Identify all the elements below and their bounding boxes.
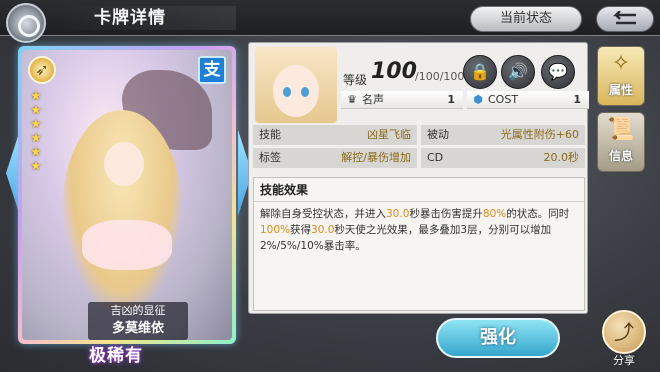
tag-value: 解控/暴伤增加	[341, 151, 411, 164]
card-art: ➶ 支 ★ ★ ★ ★ ★ ★ 吉凶的显征 多莫维依	[22, 50, 232, 340]
card-frame[interactable]: ➶ 支 ★ ★ ★ ★ ★ ★ 吉凶的显征 多莫维依	[18, 46, 236, 344]
share-button[interactable]: ⤴	[602, 310, 646, 354]
fame-label: 名声	[362, 93, 384, 106]
skill-effect-title: 技能效果	[254, 178, 584, 202]
cost-stat: ⬢ COST 1	[467, 91, 589, 109]
cost-label: COST	[488, 93, 519, 106]
rarity-label: 极稀有	[89, 346, 143, 366]
attribute-row: 标签 解控/暴伤增加 CD 20.0秒	[253, 148, 585, 168]
skill-desc-highlight: 100%	[260, 224, 291, 236]
sound-icon[interactable]: 🔊	[501, 55, 535, 89]
info-panel: 等级 100 /100/100 🔒 🔊 💬 ♛ 名声 1 ⬢ COST 1 技能 凶…	[248, 42, 589, 314]
tab-attributes-label: 属性	[608, 83, 633, 97]
passive-cell: 被动 光属性附伤+60	[421, 125, 585, 145]
fame-value: 1	[447, 93, 455, 106]
card-art-face	[104, 142, 144, 186]
tab-attributes[interactable]: ✧ 属性	[597, 46, 645, 106]
fame-stat: ♛ 名声 1	[341, 91, 463, 109]
top-bar: 卡牌详情 当前状态	[0, 0, 660, 43]
avatar	[255, 47, 337, 123]
chat-icon[interactable]: 💬	[541, 55, 575, 89]
star-icon: ★	[30, 117, 42, 132]
attribute-row: 技能 凶星飞临 被动 光属性附伤+60	[253, 125, 585, 145]
skill-desc-highlight: 30.0	[386, 208, 410, 220]
tab-info-label: 信息	[608, 149, 633, 163]
page-title: 卡牌详情	[56, 6, 236, 30]
skill-effect-box: 技能效果 解除自身受控状态，并进入30.0秒暴击伤害提升80%的状态。同时100…	[253, 177, 585, 311]
skill-desc-text: 解除自身受控状态，并进入	[260, 208, 386, 220]
passive-value: 光属性附伤+60	[500, 128, 579, 141]
skill-desc-highlight: 80%	[482, 208, 507, 220]
avatar-eye	[301, 87, 309, 97]
skill-desc-text: 获得	[290, 224, 312, 236]
cost-value: 1	[573, 93, 581, 106]
lock-icon[interactable]: 🔒	[463, 55, 497, 89]
share-label: 分享	[613, 354, 635, 367]
skill-cell: 技能 凶星飞临	[253, 125, 417, 145]
skill-desc-highlight: 30.0	[311, 224, 335, 236]
skill-value: 凶星飞临	[367, 128, 411, 141]
info-scroll-icon: 📜	[607, 117, 635, 142]
skill-desc-text: 的状态。同时	[506, 208, 570, 220]
passive-label: 被动	[427, 128, 449, 141]
back-button[interactable]	[596, 6, 654, 32]
tab-info[interactable]: 📜 信息	[597, 112, 645, 172]
card-art-dress	[82, 220, 172, 270]
avatar-face	[273, 65, 319, 117]
star-icon: ★	[30, 145, 42, 160]
star-icon: ★	[30, 159, 42, 174]
skill-effect-description: 解除自身受控状态，并进入30.0秒暴击伤害提升80%的状态。同时100%获得30…	[254, 202, 584, 258]
level-value: 100	[371, 59, 417, 84]
skill-label: 技能	[259, 128, 281, 141]
card-name-box: 吉凶的显征 多莫维依	[88, 302, 188, 340]
current-state-button[interactable]: 当前状态	[470, 6, 582, 32]
star-icon: ★	[30, 131, 42, 146]
attribute-icon: ✧	[611, 51, 631, 76]
cd-label: CD	[427, 151, 444, 164]
enhance-button[interactable]: 强化	[436, 318, 560, 358]
cd-value: 20.0秒	[543, 151, 580, 164]
tag-label: 标签	[259, 151, 281, 164]
star-rating: ★ ★ ★ ★ ★ ★	[30, 90, 46, 173]
title-emblem-icon	[6, 3, 46, 43]
gem-icon: ⬢	[473, 93, 483, 106]
card-art-hair	[62, 110, 182, 310]
attribute-table: 技能 凶星飞临 被动 光属性附伤+60 标签 解控/暴伤增加 CD 20.0秒	[253, 125, 585, 171]
avatar-eye	[283, 87, 291, 97]
crown-icon: ♛	[347, 93, 357, 106]
back-arrow-icon	[612, 11, 636, 25]
card-name: 多莫维依	[111, 321, 164, 336]
card-type-badge: 支	[198, 56, 226, 84]
share-icon: ⤴	[614, 320, 634, 344]
level-max: /100/100	[415, 70, 465, 83]
tag-cell: 标签 解控/暴伤增加	[253, 148, 417, 168]
star-icon: ★	[30, 103, 42, 118]
star-icon: ★	[30, 89, 42, 104]
level-label: 等级	[343, 73, 368, 87]
cd-cell: CD 20.0秒	[421, 148, 585, 168]
bow-icon: ➶	[28, 56, 56, 84]
card-subtitle: 吉凶的显征	[110, 304, 166, 317]
skill-desc-text: 秒暴击伤害提升	[409, 208, 483, 220]
